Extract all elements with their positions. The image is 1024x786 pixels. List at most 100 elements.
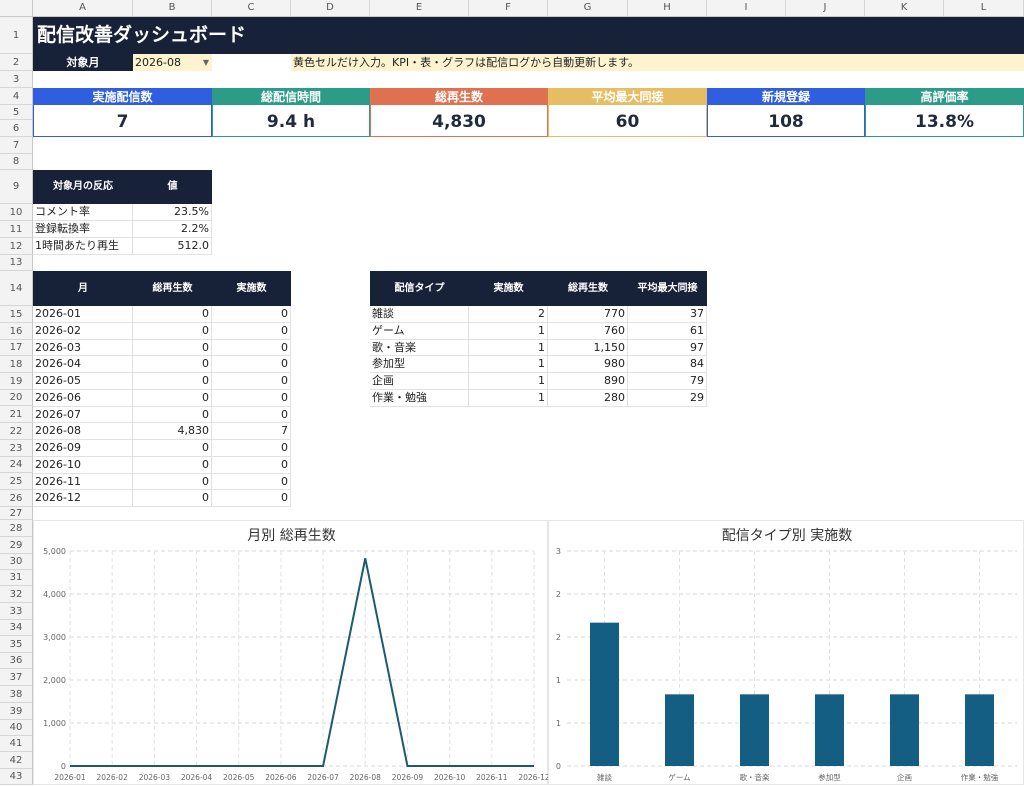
row-header-13[interactable]: 13 [0,255,33,271]
row-header-33[interactable]: 33 [0,603,33,620]
monthly-cell[interactable]: 0 [133,356,212,373]
row-header-40[interactable]: 40 [0,720,33,736]
monthly-cell[interactable]: 0 [133,373,212,390]
types-cell[interactable]: 29 [628,390,707,407]
types-cell[interactable]: 79 [628,373,707,390]
row-header-10[interactable]: 10 [0,204,33,221]
row-header-24[interactable]: 24 [0,457,33,473]
monthly-cell[interactable]: 0 [212,474,291,491]
monthly-cell[interactable]: 2026-10 [33,457,133,474]
reaction-cell[interactable]: コメント率 [33,204,133,221]
column-header-a[interactable]: A [33,0,133,17]
monthly-cell[interactable]: 0 [133,340,212,357]
types-cell[interactable]: 参加型 [370,356,469,373]
monthly-cell[interactable]: 2026-12 [33,490,133,507]
monthly-header-cell[interactable]: 月 [33,271,133,306]
monthly-cell[interactable]: 7 [212,423,291,440]
monthly-cell[interactable]: 0 [133,440,212,457]
row-header-39[interactable]: 39 [0,703,33,720]
types-cell[interactable]: 280 [548,390,628,407]
reaction-cell[interactable]: 1時間あたり再生 [33,238,133,255]
row-header-31[interactable]: 31 [0,570,33,586]
row-header-25[interactable]: 25 [0,473,33,490]
monthly-cell[interactable]: 2026-04 [33,356,133,373]
monthly-cell[interactable]: 0 [212,390,291,407]
types-cell[interactable]: 1 [469,356,548,373]
monthly-cell[interactable]: 2026-11 [33,474,133,491]
types-cell[interactable]: 2 [469,306,548,323]
monthly-cell[interactable]: 0 [212,440,291,457]
monthly-cell[interactable]: 0 [133,457,212,474]
row-header-21[interactable]: 21 [0,406,33,423]
types-cell[interactable]: 770 [548,306,628,323]
row-header-36[interactable]: 36 [0,653,33,669]
types-cell[interactable]: 雑談 [370,306,469,323]
row-header-22[interactable]: 22 [0,423,33,440]
row-header-9[interactable]: 9 [0,170,33,204]
row-header-38[interactable]: 38 [0,686,33,703]
reaction-header-cell[interactable]: 対象月の反応 [33,170,133,204]
types-header-cell[interactable]: 実施数 [469,271,548,306]
monthly-cell[interactable]: 2026-05 [33,373,133,390]
types-cell[interactable]: ゲーム [370,323,469,340]
sheet-corner[interactable] [0,0,33,17]
types-cell[interactable]: 企画 [370,373,469,390]
types-cell[interactable]: 760 [548,323,628,340]
row-header-5[interactable]: 5 [0,105,33,120]
row-header-29[interactable]: 29 [0,537,33,554]
column-header-g[interactable]: G [548,0,628,17]
bar-4[interactable] [815,694,844,766]
bar-1[interactable] [590,623,619,766]
monthly-cell[interactable]: 0 [133,474,212,491]
types-cell[interactable]: 作業・勉強 [370,390,469,407]
types-cell[interactable]: 1 [469,340,548,357]
column-header-h[interactable]: H [628,0,707,17]
row-header-35[interactable]: 35 [0,636,33,653]
bar-2[interactable] [665,694,694,766]
line-chart[interactable]: 月別 総再生数01,0002,0003,0004,0005,0002026-01… [33,520,548,785]
monthly-cell[interactable]: 2026-01 [33,306,133,323]
column-header-j[interactable]: J [786,0,865,17]
row-header-12[interactable]: 12 [0,238,33,255]
row-header-14[interactable]: 14 [0,271,33,306]
types-header-cell[interactable]: 総再生数 [548,271,628,306]
row-header-34[interactable]: 34 [0,620,33,636]
monthly-cell[interactable]: 0 [133,490,212,507]
column-header-e[interactable]: E [370,0,469,17]
types-cell[interactable]: 歌・音楽 [370,340,469,357]
row-header-19[interactable]: 19 [0,373,33,390]
column-header-i[interactable]: I [707,0,786,17]
column-header-f[interactable]: F [469,0,548,17]
row-header-37[interactable]: 37 [0,669,33,686]
row-header-23[interactable]: 23 [0,440,33,457]
monthly-header-cell[interactable]: 実施数 [212,271,291,306]
reaction-cell[interactable]: 2.2% [133,221,212,238]
types-cell[interactable]: 1 [469,390,548,407]
row-header-18[interactable]: 18 [0,356,33,373]
monthly-cell[interactable]: 0 [212,490,291,507]
monthly-cell[interactable]: 0 [212,457,291,474]
types-cell[interactable]: 97 [628,340,707,357]
monthly-cell[interactable]: 2026-02 [33,323,133,340]
types-cell[interactable]: 61 [628,323,707,340]
row-header-15[interactable]: 15 [0,306,33,323]
bar-chart[interactable]: 配信タイプ別 実施数011223雑談ゲーム歌・音楽参加型企画作業・勉強 [548,520,1024,785]
column-header-b[interactable]: B [133,0,212,17]
bar-5[interactable] [890,694,919,766]
types-header-cell[interactable]: 平均最大同接 [628,271,707,306]
types-cell[interactable]: 1 [469,373,548,390]
monthly-cell[interactable]: 0 [212,340,291,357]
monthly-cell[interactable]: 0 [133,306,212,323]
monthly-cell[interactable]: 0 [212,306,291,323]
row-header-28[interactable]: 28 [0,520,33,537]
monthly-cell[interactable]: 0 [212,407,291,424]
types-cell[interactable]: 1 [469,323,548,340]
reaction-header-cell[interactable]: 値 [133,170,212,204]
types-cell[interactable]: 1,150 [548,340,628,357]
monthly-cell[interactable]: 0 [212,356,291,373]
row-header-2[interactable]: 2 [0,54,33,71]
row-header-1[interactable]: 1 [0,17,33,54]
bar-3[interactable] [740,694,769,766]
row-header-26[interactable]: 26 [0,490,33,507]
row-header-32[interactable]: 32 [0,586,33,603]
